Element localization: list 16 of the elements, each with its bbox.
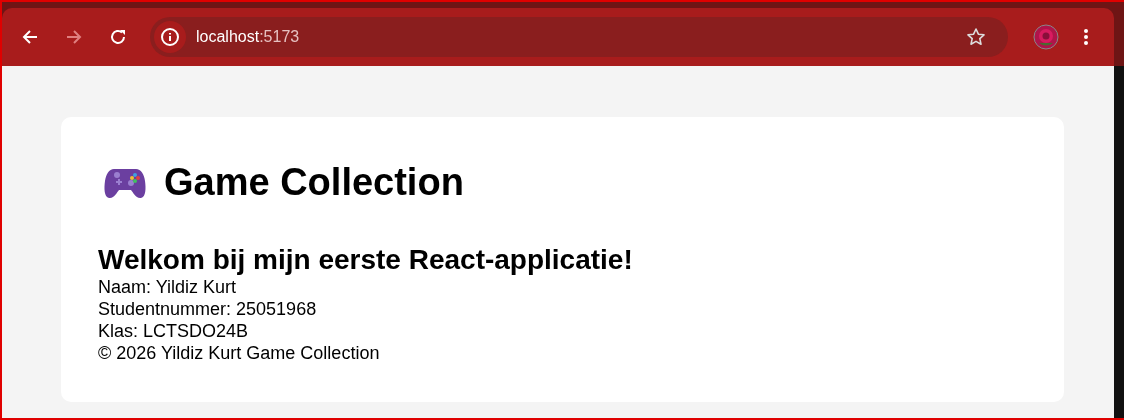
info-text: Studentnummer: 25051968: [98, 298, 318, 320]
url-text: localhost:5173: [196, 28, 301, 46]
avatar-icon: [1033, 24, 1059, 50]
info-text: © 2026 Yildiz Kurt Game Collection: [98, 342, 381, 364]
page-title: Game Collection: [164, 161, 464, 204]
more-vertical-icon: [1083, 28, 1089, 46]
forward-arrow-icon: [65, 28, 83, 46]
back-arrow-icon: [21, 28, 39, 46]
info-text: Naam: Yildiz Kurt: [98, 276, 238, 298]
site-info-button[interactable]: [154, 21, 186, 53]
info-text: Klas: LCTSDO24B: [98, 320, 250, 342]
reload-icon: [109, 28, 127, 46]
info-icon: [160, 27, 180, 47]
welcome-heading: Welkom bij mijn eerste React-applicatie!: [98, 244, 634, 276]
star-icon: [966, 27, 986, 47]
address-bar[interactable]: localhost:5173: [150, 17, 1008, 57]
